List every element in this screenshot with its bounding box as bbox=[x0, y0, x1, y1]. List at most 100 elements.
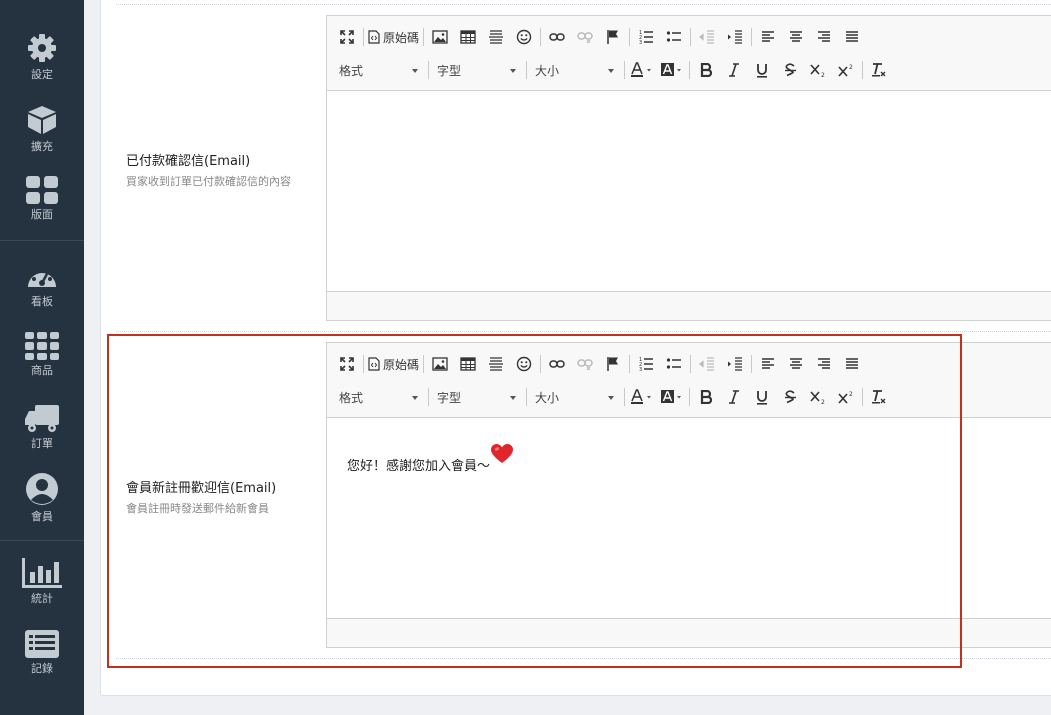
anchor-button[interactable] bbox=[601, 25, 625, 49]
text-color-button[interactable] bbox=[629, 58, 655, 82]
bulleted-list-button[interactable] bbox=[662, 25, 686, 49]
link-button[interactable] bbox=[545, 25, 569, 49]
toolbar-separator bbox=[751, 28, 753, 46]
unlink-button[interactable] bbox=[573, 25, 597, 49]
paid-email-label: 已付款確認信(Email) 買家收到訂單已付款確認信的內容 bbox=[126, 150, 291, 189]
outdent-button[interactable] bbox=[695, 25, 719, 49]
sidebar-item-label: 設定 bbox=[31, 68, 53, 81]
align-right-button[interactable] bbox=[812, 25, 836, 49]
remove-format-button[interactable] bbox=[867, 58, 891, 82]
align-left-icon bbox=[762, 31, 775, 42]
sidebar-item-logs[interactable]: 記錄 bbox=[0, 630, 84, 676]
sidebar-item-dashboard[interactable]: 看板 bbox=[0, 261, 84, 309]
bar-chart-icon bbox=[22, 558, 62, 588]
justify-icon bbox=[846, 31, 859, 42]
italic-button[interactable] bbox=[722, 385, 746, 409]
sidebar-item-label: 看板 bbox=[31, 295, 53, 308]
background-color-button[interactable] bbox=[659, 58, 685, 82]
font-dropdown[interactable]: 字型 bbox=[433, 385, 522, 409]
horizontal-line-button[interactable] bbox=[484, 352, 508, 376]
unlink-button[interactable] bbox=[573, 352, 597, 376]
welcome-email-editor: 原始碼 123 格式 字型 大小 2 2 您好！感謝您加入會員～ bbox=[326, 342, 1051, 648]
image-button[interactable] bbox=[428, 25, 452, 49]
toolbar-separator bbox=[423, 355, 425, 373]
numbered-list-button[interactable]: 123 bbox=[634, 25, 658, 49]
maximize-button[interactable] bbox=[335, 25, 359, 49]
italic-icon bbox=[729, 390, 739, 404]
text-color-icon bbox=[631, 62, 651, 77]
bold-button[interactable] bbox=[694, 58, 718, 82]
justify-button[interactable] bbox=[840, 25, 864, 49]
link-button[interactable] bbox=[545, 352, 569, 376]
editor-content-area[interactable]: 您好！感謝您加入會員～ bbox=[327, 418, 1051, 618]
subscript-button[interactable]: 2 bbox=[806, 58, 830, 82]
superscript-button[interactable]: 2 bbox=[834, 58, 858, 82]
flag-icon bbox=[607, 357, 619, 371]
toolbar-separator bbox=[363, 28, 364, 46]
anchor-button[interactable] bbox=[601, 352, 625, 376]
sidebar-item-label: 商品 bbox=[31, 364, 53, 377]
dashboard-gauge-icon bbox=[28, 267, 56, 287]
sidebar-item-extensions[interactable]: 擴充 bbox=[0, 104, 84, 154]
toolbar-separator bbox=[428, 61, 429, 79]
table-button[interactable] bbox=[456, 25, 480, 49]
editor-content-area[interactable] bbox=[327, 91, 1051, 291]
outdent-button[interactable] bbox=[695, 352, 719, 376]
toolbar-separator bbox=[629, 28, 631, 46]
sidebar-item-label: 統計 bbox=[31, 592, 53, 605]
indent-button[interactable] bbox=[723, 25, 747, 49]
format-dropdown[interactable]: 格式 bbox=[335, 385, 424, 409]
strikethrough-button[interactable] bbox=[778, 58, 802, 82]
align-right-button[interactable] bbox=[812, 352, 836, 376]
format-dropdown[interactable]: 格式 bbox=[335, 58, 424, 82]
bulleted-list-button[interactable] bbox=[662, 352, 686, 376]
source-button[interactable]: 原始碼 bbox=[368, 25, 419, 49]
sidebar-item-products[interactable]: 商品 bbox=[0, 332, 84, 378]
background-color-button[interactable] bbox=[659, 385, 685, 409]
maximize-button[interactable] bbox=[335, 352, 359, 376]
underline-button[interactable] bbox=[750, 58, 774, 82]
flag-icon bbox=[607, 30, 619, 44]
sidebar-item-layout[interactable]: 版面 bbox=[0, 176, 84, 222]
svg-text:3: 3 bbox=[639, 40, 642, 45]
table-button[interactable] bbox=[456, 352, 480, 376]
sidebar-item-label: 會員 bbox=[31, 510, 53, 523]
sidebar-item-statistics[interactable]: 統計 bbox=[0, 558, 84, 606]
font-dropdown[interactable]: 字型 bbox=[433, 58, 522, 82]
size-dropdown[interactable]: 大小 bbox=[531, 385, 620, 409]
source-button[interactable]: 原始碼 bbox=[368, 352, 419, 376]
remove-format-button[interactable] bbox=[867, 385, 891, 409]
editor-content-line: 您好！感謝您加入會員～ bbox=[347, 444, 514, 474]
justify-button[interactable] bbox=[840, 352, 864, 376]
align-left-button[interactable] bbox=[756, 352, 780, 376]
horizontal-line-button[interactable] bbox=[484, 25, 508, 49]
underline-button[interactable] bbox=[750, 385, 774, 409]
sidebar-item-settings[interactable]: 設定 bbox=[0, 32, 84, 82]
indent-button[interactable] bbox=[723, 352, 747, 376]
superscript-icon: 2 bbox=[838, 391, 853, 404]
layout-grid-icon bbox=[26, 176, 58, 204]
numbered-list-button[interactable]: 123 bbox=[634, 352, 658, 376]
size-dropdown[interactable]: 大小 bbox=[531, 58, 620, 82]
emoji-button[interactable] bbox=[512, 352, 536, 376]
align-left-button[interactable] bbox=[756, 25, 780, 49]
toolbar-separator bbox=[689, 388, 690, 406]
text-color-button[interactable] bbox=[629, 385, 655, 409]
table-icon bbox=[460, 357, 476, 371]
align-center-button[interactable] bbox=[784, 25, 808, 49]
link-icon bbox=[549, 33, 565, 41]
sidebar-item-members[interactable]: 會員 bbox=[0, 472, 84, 524]
unlink-icon bbox=[577, 359, 593, 370]
bold-button[interactable] bbox=[694, 385, 718, 409]
sidebar-divider bbox=[0, 540, 84, 541]
italic-button[interactable] bbox=[722, 58, 746, 82]
svg-text:2: 2 bbox=[821, 72, 825, 77]
superscript-button[interactable]: 2 bbox=[834, 385, 858, 409]
image-button[interactable] bbox=[428, 352, 452, 376]
strikethrough-button[interactable] bbox=[778, 385, 802, 409]
sidebar-item-orders[interactable]: 訂單 bbox=[0, 405, 84, 451]
align-center-button[interactable] bbox=[784, 352, 808, 376]
maximize-icon bbox=[340, 357, 354, 371]
subscript-button[interactable]: 2 bbox=[806, 385, 830, 409]
emoji-button[interactable] bbox=[512, 25, 536, 49]
